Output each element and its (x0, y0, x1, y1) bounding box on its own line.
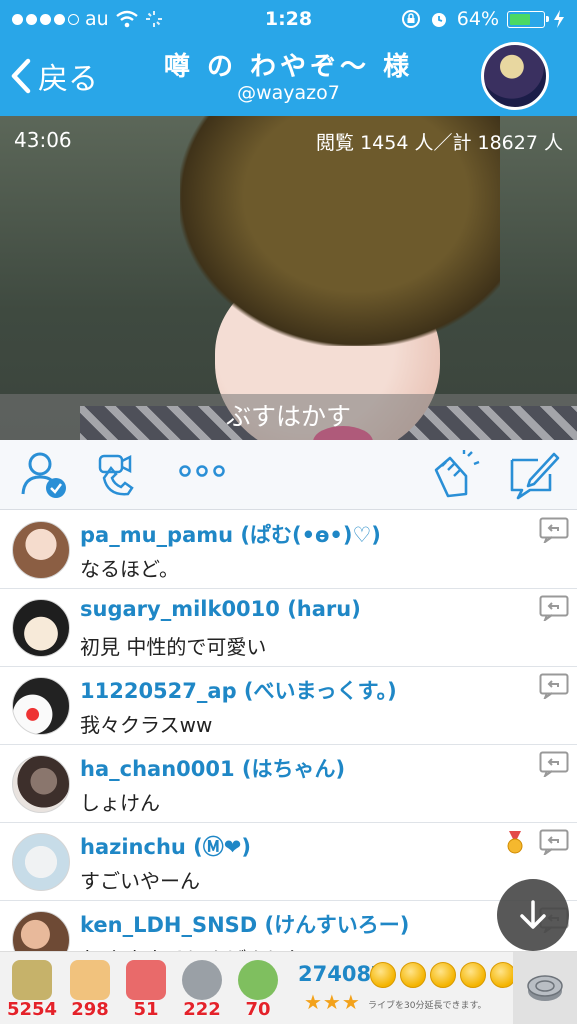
rotation-lock-icon (401, 10, 420, 28)
reply-icon[interactable] (539, 829, 569, 855)
reply-icon[interactable] (539, 595, 569, 621)
comment-text: 初見 中性的で可愛い (80, 635, 267, 659)
elapsed-time: 43:06 (14, 128, 72, 152)
more-icon[interactable] (178, 464, 226, 478)
gift-count: 5254 (6, 999, 58, 1020)
tea-cup-icon (12, 960, 52, 1000)
action-toolbar (0, 440, 577, 510)
coin-icon (182, 960, 222, 1000)
medal-icon (507, 831, 523, 854)
comment-username[interactable]: ha_chan0001 (はちゃん) (80, 753, 345, 783)
scroll-down-button[interactable] (497, 879, 569, 951)
gift-item-cake[interactable]: 51 (118, 958, 174, 1020)
gold-coin-icon (460, 962, 486, 988)
comment-username[interactable]: 11220527_ap (べいまっくす。) (80, 675, 397, 705)
reply-icon[interactable] (539, 673, 569, 699)
comment-text: なるほど。 (80, 557, 179, 581)
comment-username[interactable]: pa_mu_pamu (ぱむ(•ɵ•)♡) (80, 519, 381, 549)
call-icon[interactable] (94, 450, 148, 500)
firework-icon (238, 960, 278, 1000)
comment-item: 11220527_ap (べいまっくす。) 我々クラスww (0, 667, 577, 745)
battery-percent: 64% (456, 8, 499, 30)
gift-count: 51 (133, 999, 159, 1020)
gold-coin-icon (430, 962, 456, 988)
gift-item-firework[interactable]: 70 (230, 958, 286, 1020)
gift-bar: 5254 298 51 222 70 27408MP ★★★ ライブを30分延長… (0, 951, 577, 1024)
gold-coin-icon (400, 962, 426, 988)
avatar[interactable] (12, 677, 70, 735)
charging-icon (554, 10, 564, 28)
comment-item: hazinchu (Ⓜ❤) すごいやーん (0, 823, 577, 901)
follow-user-icon[interactable] (20, 450, 68, 500)
alarm-icon (431, 13, 446, 27)
applause-icon[interactable] (428, 450, 482, 502)
broadcaster-avatar[interactable] (481, 42, 549, 110)
viewer-count: 閲覧 1454 人／計 18627 人 (316, 132, 563, 154)
live-video[interactable]: 43:06 閲覧 1454 人／計 18627 人 ぶすはかす (0, 116, 577, 440)
gift-item-coin[interactable]: 222 (174, 958, 230, 1020)
extend-note: ライブを30分延長できます。 (368, 1001, 487, 1011)
avatar[interactable] (12, 599, 70, 657)
reply-icon[interactable] (539, 517, 569, 543)
comment-username[interactable]: sugary_milk0010 (haru) (80, 597, 361, 621)
status-bar: au 1:28 64% (0, 0, 577, 40)
rating-stars: ★★★ (304, 990, 361, 1014)
comment-item: ken_LDH_SNSD (けんすいろー) お かをあるにんげんにして (0, 901, 577, 951)
coin-row[interactable] (370, 962, 516, 988)
gift-count: 70 (245, 999, 271, 1020)
gift-count: 222 (183, 999, 221, 1020)
avatar[interactable] (12, 521, 70, 579)
coin-stack-icon (527, 975, 563, 1001)
comment-item: sugary_milk0010 (haru) 初見 中性的で可愛い (0, 589, 577, 667)
comment-text: しょけん (80, 791, 160, 815)
avatar[interactable] (12, 911, 70, 951)
video-caption: ぶすはかす (0, 394, 577, 440)
comment-username[interactable]: hazinchu (Ⓜ❤) (80, 831, 251, 861)
comment-list[interactable]: pa_mu_pamu (ぱむ(•ɵ•)♡) なるほど。 sugary_milk0… (0, 511, 577, 951)
comment-text: お かをあるにんげんにして (80, 943, 326, 951)
reply-icon[interactable] (539, 751, 569, 777)
coin-stack-button[interactable] (513, 952, 577, 1024)
gift-item-clap[interactable]: 298 (62, 958, 118, 1020)
comment-text: 我々クラスww (80, 713, 213, 737)
cake-icon (126, 960, 166, 1000)
navigation-bar: 戻る 噂 の わやぞ～ 様 @wayazo7 (0, 40, 577, 116)
arrow-down-icon (520, 900, 546, 929)
comment-text: すごいやーん (80, 869, 200, 893)
battery-icon (507, 10, 549, 28)
comment-item: ha_chan0001 (はちゃん) しょけん (0, 745, 577, 823)
gift-item-tea[interactable]: 5254 (4, 958, 60, 1020)
gift-count: 298 (71, 999, 109, 1020)
avatar[interactable] (12, 833, 70, 891)
comment-item: pa_mu_pamu (ぱむ(•ɵ•)♡) なるほど。 (0, 511, 577, 589)
comment-username[interactable]: ken_LDH_SNSD (けんすいろー) (80, 909, 409, 939)
gold-coin-icon (370, 962, 396, 988)
clapping-hands-icon (70, 960, 110, 1000)
avatar[interactable] (12, 755, 70, 813)
compose-icon[interactable] (508, 450, 560, 500)
